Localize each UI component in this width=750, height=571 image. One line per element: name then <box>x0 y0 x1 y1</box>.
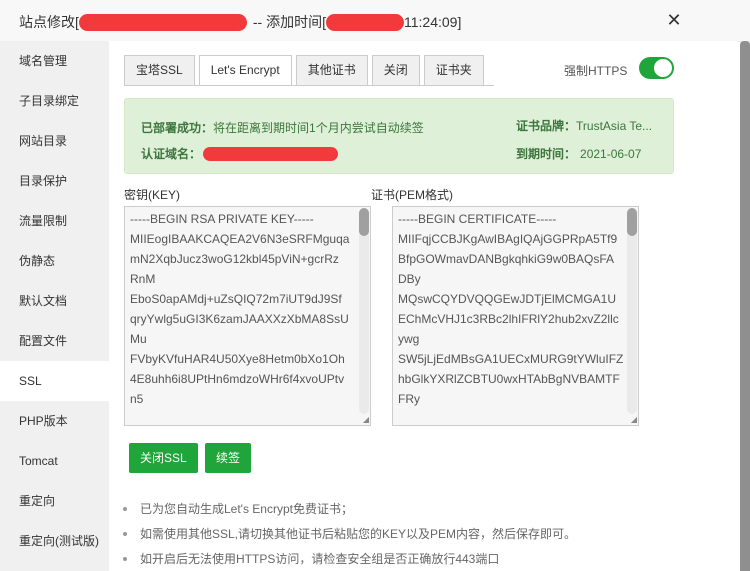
redacted-site-name <box>78 13 247 31</box>
cert-label: 证书(PEM格式) <box>371 188 453 202</box>
key-line: Mu <box>130 332 147 346</box>
key-line: -----BEGIN RSA PRIVATE KEY----- <box>130 212 314 226</box>
redacted-add-date <box>326 13 404 31</box>
force-https-label: 强制HTTPS <box>564 64 628 78</box>
cert-scrollbar[interactable] <box>627 208 637 414</box>
sidebar-item-ssl[interactable]: SSL <box>0 361 109 401</box>
help-notes: 已为您自动生成Let's Encrypt免费证书； 如需使用其他SSL,请切换其… <box>121 499 576 571</box>
sidebar-item-rewrite[interactable]: 伪静态 <box>0 241 109 281</box>
note-item: 已为您自动生成Let's Encrypt免费证书； <box>121 499 576 524</box>
toggle-knob <box>654 59 672 77</box>
tab-other-cert[interactable]: 其他证书 <box>295 55 368 86</box>
renew-button[interactable]: 续签 <box>205 443 252 473</box>
cert-line: FRy <box>398 392 420 406</box>
key-line: mN2XqbJucz3woG12kbl45pViN+gcrRz <box>130 252 339 266</box>
ssl-tabs: 宝塔SSL Let's Encrypt 其他证书 关闭 证书夹 <box>124 55 488 86</box>
key-label: 密钥(KEY) <box>124 188 181 202</box>
deployed-label: 已部署成功： <box>141 121 214 135</box>
resize-grip-icon[interactable]: ◢ <box>631 416 637 424</box>
close-ssl-button[interactable]: 关闭SSL <box>129 443 198 473</box>
cert-line: MIIFqjCCBJKgAwIBAgIQAjGGPRpA5Tf9 <box>398 232 618 246</box>
cert-line: DBy <box>398 272 421 286</box>
redacted-domain <box>203 146 339 161</box>
tab-bt-ssl[interactable]: 宝塔SSL <box>124 55 195 86</box>
sidebar-item-config-file[interactable]: 配置文件 <box>0 321 109 361</box>
key-textarea[interactable]: -----BEGIN RSA PRIVATE KEY----- MIIEogIB… <box>124 206 371 426</box>
sidebar-item-site-directory[interactable]: 网站目录 <box>0 121 109 161</box>
tab-divider <box>124 85 494 86</box>
dialog-titlebar: 站点修改[ -- 添加时间[ 11:24:09] ✕ <box>0 0 750 42</box>
deployed-text: 将在距离到期时间1个月内尝试自动续签 <box>213 121 424 135</box>
cert-status-alert: 已部署成功：将在距离到期时间1个月内尝试自动续签 认证域名： 证书品牌：Trus… <box>124 98 674 174</box>
force-https-toggle[interactable] <box>639 57 674 79</box>
cert-textarea[interactable]: -----BEGIN CERTIFICATE----- MIIFqjCCBJKg… <box>392 206 639 426</box>
key-line: n5 <box>130 392 144 406</box>
title-time: 11:24:09] <box>404 14 462 30</box>
sidebar-item-php-version[interactable]: PHP版本 <box>0 401 109 441</box>
note-item: 如开启后无法使用HTTPS访问，请检查安全组是否正确放行443端口 <box>121 549 576 571</box>
sidebar-item-domain[interactable]: 域名管理 <box>0 41 109 81</box>
key-line: FVbyKVfuHAR4U50Xye8Hetm0bXo1Oh <box>130 352 345 366</box>
sidebar-item-redirect-beta[interactable]: 重定向(测试版) <box>0 521 109 561</box>
cert-line: -----BEGIN CERTIFICATE----- <box>398 212 557 226</box>
scrollbar-thumb[interactable] <box>359 208 369 236</box>
brand-label: 证书品牌： <box>516 119 577 133</box>
key-line: 4E8uhh6i8UPtHn6mdzoWHr6f4xvoUPtv <box>130 372 345 386</box>
dialog-title: 站点修改[ -- 添加时间[ 11:24:09] <box>19 12 461 32</box>
cert-line: EChMcVHJ1c3RBc2lhIFRlY2hub2xvZ2llc <box>398 312 619 326</box>
key-line: EboS0apAMdj+uZsQIQ72m7iUT9dJ9Sf <box>130 292 342 306</box>
expiry-value: 2021-06-07 <box>580 147 642 161</box>
key-scrollbar[interactable] <box>359 208 369 414</box>
sidebar-item-traffic-limit[interactable]: 流量限制 <box>0 201 109 241</box>
cert-line: SW5jLjEdMBsGA1UECxMURG9tYWluIFZ <box>398 352 624 366</box>
domain-label: 认证域名： <box>141 147 202 161</box>
sidebar-item-tomcat[interactable]: Tomcat <box>0 441 109 481</box>
brand-value: TrustAsia Te... <box>576 119 653 133</box>
sidebar: 域名管理 子目录绑定 网站目录 目录保护 流量限制 伪静态 默认文档 配置文件 … <box>0 41 109 571</box>
close-icon[interactable]: ✕ <box>664 10 684 30</box>
cert-line: hbGlkYXRlZCBTU0wxHTAbBgNVBAMTF <box>398 372 620 386</box>
ssl-panel: 宝塔SSL Let's Encrypt 其他证书 关闭 证书夹 强制HTTPS … <box>109 41 738 571</box>
cert-line: MQswCQYDVQQGEwJDTjElMCMGA1U <box>398 292 617 306</box>
tab-close[interactable]: 关闭 <box>371 55 420 86</box>
sidebar-item-dir-protection[interactable]: 目录保护 <box>0 161 109 201</box>
resize-grip-icon[interactable]: ◢ <box>363 416 369 424</box>
title-prefix: 站点修改[ <box>19 14 79 30</box>
cert-line: BfpGOWmavDANBgkqhkiG9w0BAQsFA <box>398 252 615 266</box>
expiry-label: 到期时间： <box>516 147 577 161</box>
sidebar-item-default-doc[interactable]: 默认文档 <box>0 281 109 321</box>
key-line: qryYwlg5uGI3K6zamJAAXXzXbMA8SsU <box>130 312 349 326</box>
key-line: MIIEogIBAAKCAQEA2V6N3eSRFMguqa <box>130 232 350 246</box>
page-scrollbar[interactable] <box>740 41 750 571</box>
scrollbar-thumb[interactable] <box>627 208 637 236</box>
note-item: 如需使用其他SSL,请切换其他证书后粘贴您的KEY以及PEM内容，然后保存即可。 <box>121 524 576 549</box>
sidebar-item-subdir-binding[interactable]: 子目录绑定 <box>0 81 109 121</box>
tab-lets-encrypt[interactable]: Let's Encrypt <box>198 55 292 86</box>
sidebar-item-redirect[interactable]: 重定向 <box>0 481 109 521</box>
title-middle: -- 添加时间[ <box>252 14 326 30</box>
cert-line: ywg <box>398 332 420 346</box>
key-line: RnM <box>130 272 156 286</box>
tab-cert-folder[interactable]: 证书夹 <box>423 55 484 86</box>
